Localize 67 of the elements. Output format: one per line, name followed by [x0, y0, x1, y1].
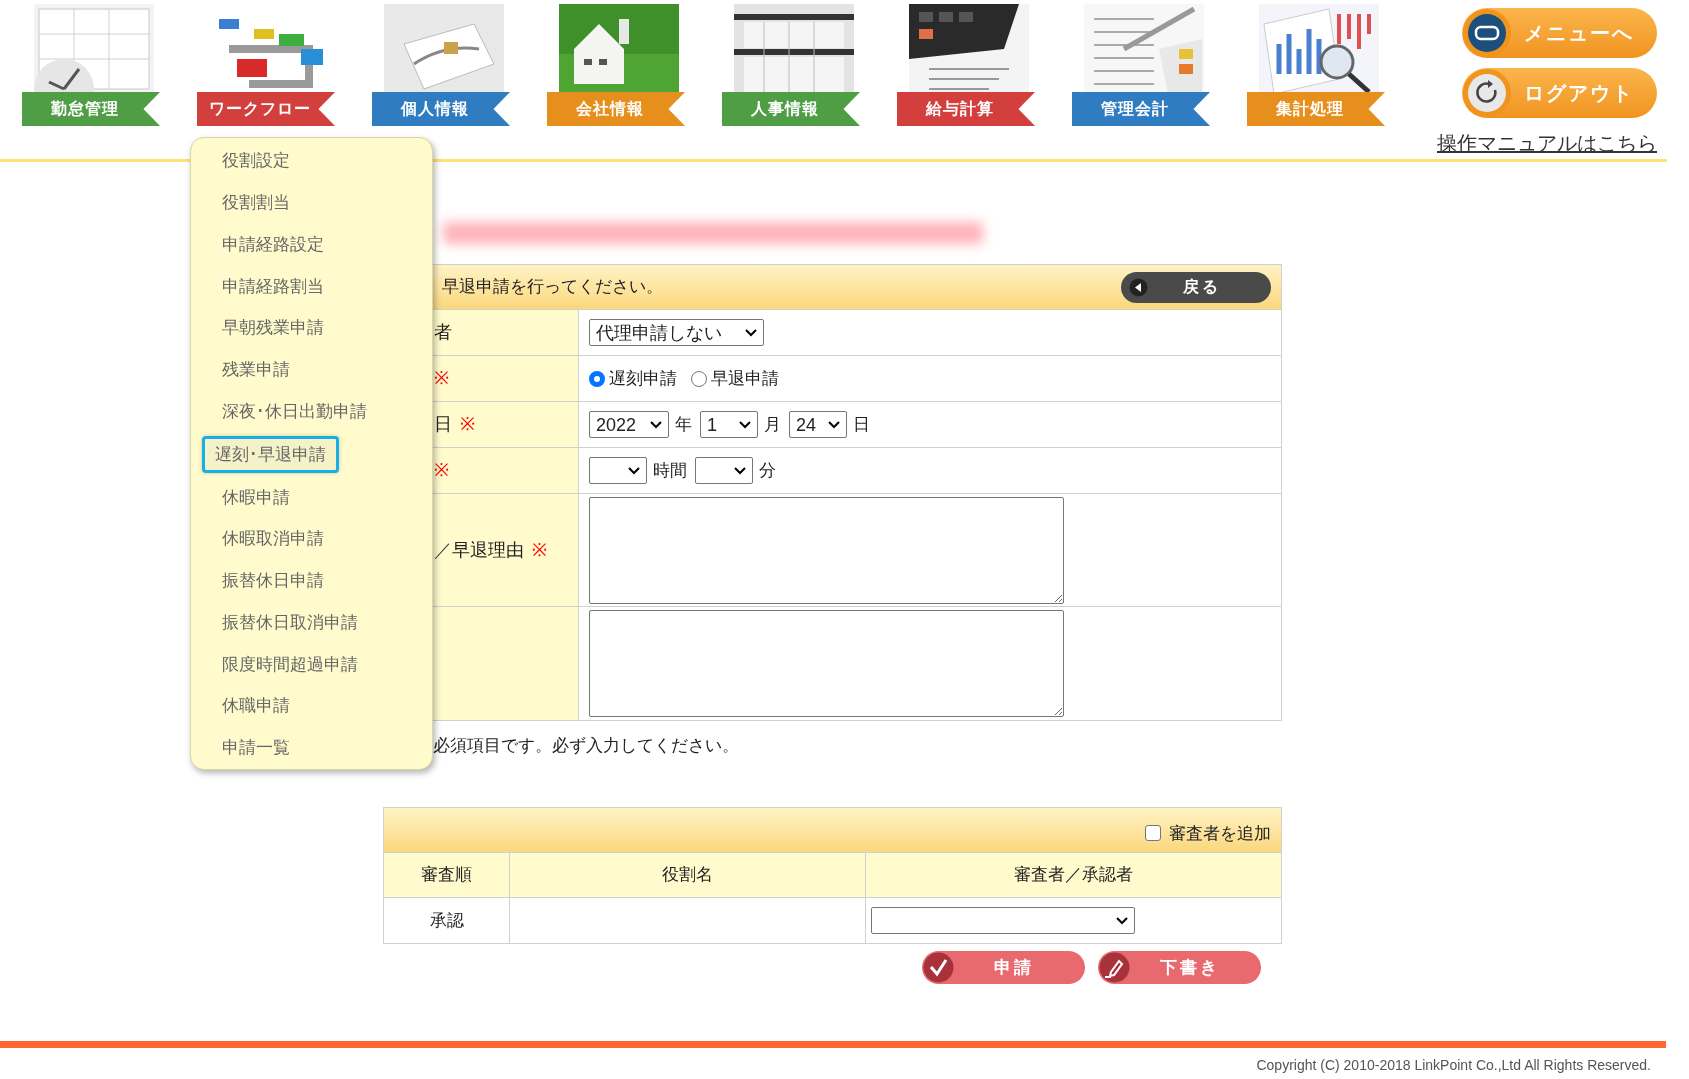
menu-item[interactable]: 申請経路割当 — [209, 268, 337, 305]
nav-button[interactable]: ワークフロー — [197, 92, 335, 126]
unit-label: 日 — [853, 413, 870, 436]
menu-item[interactable]: 役割割当 — [209, 184, 303, 221]
menu-item[interactable]: 役割設定 — [209, 143, 303, 179]
nav-button[interactable]: 個人情報 — [372, 92, 510, 126]
text-area[interactable] — [589, 610, 1064, 717]
reviewer-select[interactable] — [871, 907, 1135, 934]
required-mark: ※ — [460, 413, 475, 436]
menu-item[interactable]: 早朝残業申請 — [209, 310, 337, 346]
unit-label: 月 — [764, 413, 781, 436]
menu-item[interactable]: 休職申請 — [209, 688, 303, 725]
menu-item[interactable]: 休暇申請 — [209, 479, 303, 516]
menu-item[interactable]: 限度時間超過申請 — [209, 646, 371, 683]
add-reviewer-checkbox[interactable]: 審査者を追加 — [1145, 820, 1271, 846]
menu-item[interactable]: 遅刻･早退申請 — [202, 435, 339, 474]
date-select[interactable]: 1 — [700, 411, 758, 438]
radio-option[interactable]: 早退申請 — [691, 365, 779, 392]
instruction-text: 早退申請を行ってください。 — [442, 276, 663, 299]
caret-icon — [734, 466, 746, 475]
caret-icon — [745, 328, 757, 337]
column-header: 審査者／承認者 — [1014, 864, 1133, 887]
back-button[interactable]: 戻る — [1121, 271, 1271, 303]
menu-item[interactable]: 振替休日取消申請 — [209, 604, 371, 641]
caret-icon — [739, 420, 751, 429]
required-note: 必須項目です。必ず入力してください。 — [433, 736, 739, 755]
select-field[interactable]: 代理申請しない — [589, 319, 764, 346]
field-label: ／早退理由 — [434, 538, 524, 562]
date-select[interactable]: 24 — [789, 411, 847, 438]
date-select[interactable]: 2022 — [589, 411, 669, 438]
menu-item[interactable]: 申請一覧 — [209, 730, 303, 766]
unit-label: 時間 — [653, 459, 687, 482]
time-select[interactable] — [589, 457, 647, 484]
unit-label: 年 — [675, 413, 692, 436]
caret-icon — [628, 466, 640, 475]
field-label: 日 — [434, 413, 452, 436]
checkmark-icon — [923, 952, 954, 983]
menu-item[interactable]: 深夜･休日出勤申請 — [209, 393, 380, 430]
nav-button[interactable]: 勤怠管理 — [22, 92, 160, 126]
copyright-text: Copyright (C) 2010-2018 LinkPoint Co.,Ltd All Rights Reserved. — [1256, 1057, 1651, 1073]
menu-item[interactable]: 申請経路設定 — [209, 226, 337, 263]
nav-button[interactable]: 管理会計 — [1072, 92, 1210, 126]
column-header: 審査順 — [421, 864, 472, 887]
refresh-icon — [1462, 68, 1512, 118]
menu-item[interactable]: 振替休日申請 — [209, 562, 337, 599]
required-mark: ※ — [434, 459, 449, 482]
manual-link[interactable]: 操作マニュアルはこちら — [1437, 128, 1657, 158]
nav-button[interactable]: 給与計算 — [897, 92, 1035, 126]
caret-icon — [828, 420, 840, 429]
time-select[interactable] — [695, 457, 753, 484]
required-mark: ※ — [434, 367, 449, 390]
caret-icon — [1116, 916, 1128, 925]
radio-option[interactable]: 遅刻申請 — [589, 365, 677, 392]
apply-button[interactable]: 申請 — [922, 951, 1085, 984]
menu-item[interactable]: 休暇取消申請 — [209, 521, 337, 557]
nav-button[interactable]: 人事情報 — [722, 92, 860, 126]
text-area[interactable] — [589, 496, 1064, 604]
unit-label: 分 — [759, 459, 776, 482]
menu-item[interactable]: 残業申請 — [209, 352, 303, 388]
draft-button[interactable]: 下書き — [1098, 951, 1261, 984]
caret-icon — [650, 420, 662, 429]
table-cell-text: 承認 — [429, 909, 464, 932]
field-label: 者 — [434, 321, 452, 344]
column-header: 役割名 — [662, 864, 713, 887]
required-mark: ※ — [532, 538, 547, 562]
back-icon — [1129, 277, 1148, 297]
pen-icon — [1099, 952, 1130, 983]
